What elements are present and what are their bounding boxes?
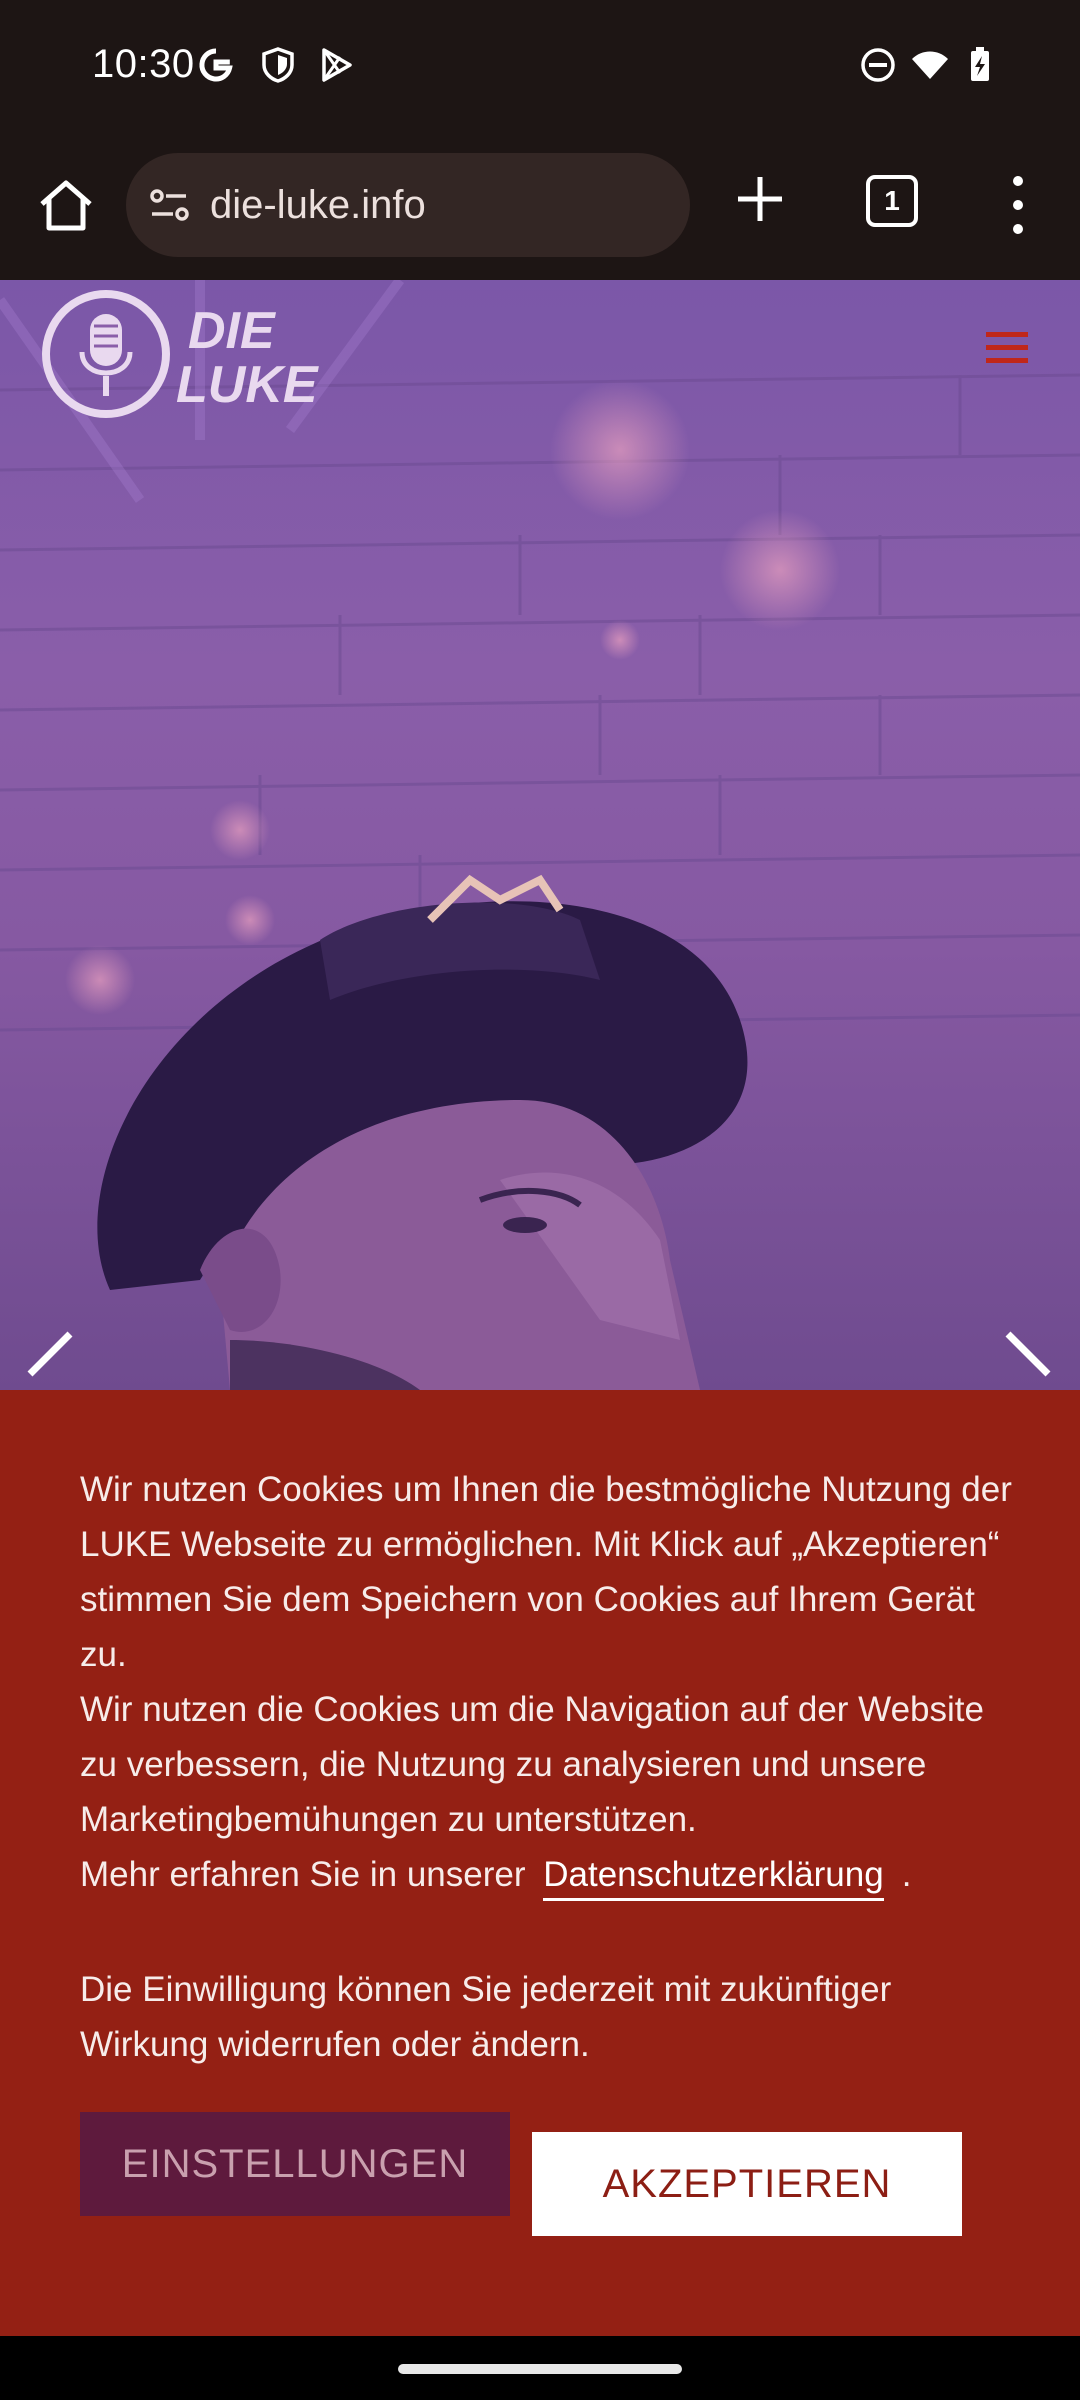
url-text: die-luke.info <box>210 183 426 227</box>
browser-toolbar: die-luke.info 1 <box>0 135 1080 280</box>
hero-slider: DIE LUKE <box>0 280 1080 1390</box>
status-bar: 10:30 <box>0 0 1080 135</box>
cookie-paragraph-1: Wir nutzen Cookies um Ihnen die bestmögl… <box>80 1470 1012 1674</box>
home-icon[interactable] <box>30 170 102 242</box>
google-icon <box>199 48 233 82</box>
status-time: 10:30 <box>92 42 195 86</box>
cookie-banner: Wir nutzen Cookies um Ihnen die bestmögl… <box>0 1390 1080 2336</box>
gesture-handle[interactable] <box>398 2364 682 2374</box>
wifi-icon <box>912 51 948 79</box>
privacy-policy-link[interactable]: Datenschutzerklärung <box>543 1855 884 1901</box>
cookie-paragraph-2: Wir nutzen die Cookies um die Navigation… <box>80 1690 984 1839</box>
hamburger-icon[interactable] <box>986 332 1028 364</box>
tab-switcher-button[interactable]: 1 <box>866 175 918 227</box>
settings-button[interactable]: EINSTELLUNGEN <box>80 2112 510 2216</box>
more-prefix: Mehr erfahren Sie in unserer <box>80 1855 526 1894</box>
site-logo[interactable]: DIE LUKE <box>40 286 340 426</box>
cookie-more-info: Mehr erfahren Sie in unserer Datenschutz… <box>80 1847 1020 1902</box>
logo-text-luke: LUKE <box>176 356 319 414</box>
hero-image <box>0 280 1080 1390</box>
logo-text-die: DIE <box>188 302 276 360</box>
url-bar[interactable]: die-luke.info <box>126 153 690 257</box>
do-not-disturb-icon <box>861 48 895 82</box>
battery-charging-icon <box>971 47 989 81</box>
cookie-text: Wir nutzen Cookies um Ihnen die bestmögl… <box>80 1462 1020 2072</box>
system-nav-bar <box>0 2336 1080 2400</box>
slider-next-icon[interactable] <box>1000 1330 1060 1390</box>
cookie-paragraph-3: Die Einwilligung können Sie jederzeit mi… <box>80 1970 892 2064</box>
slider-prev-icon[interactable] <box>18 1330 78 1390</box>
plus-icon[interactable] <box>728 167 792 231</box>
play-store-icon <box>322 48 352 82</box>
more-suffix: . <box>901 1855 912 1894</box>
shield-icon <box>262 47 294 83</box>
accept-button[interactable]: AKZEPTIEREN <box>532 2132 962 2236</box>
more-vert-icon[interactable] <box>1000 165 1036 245</box>
site-info-icon[interactable] <box>146 181 194 229</box>
